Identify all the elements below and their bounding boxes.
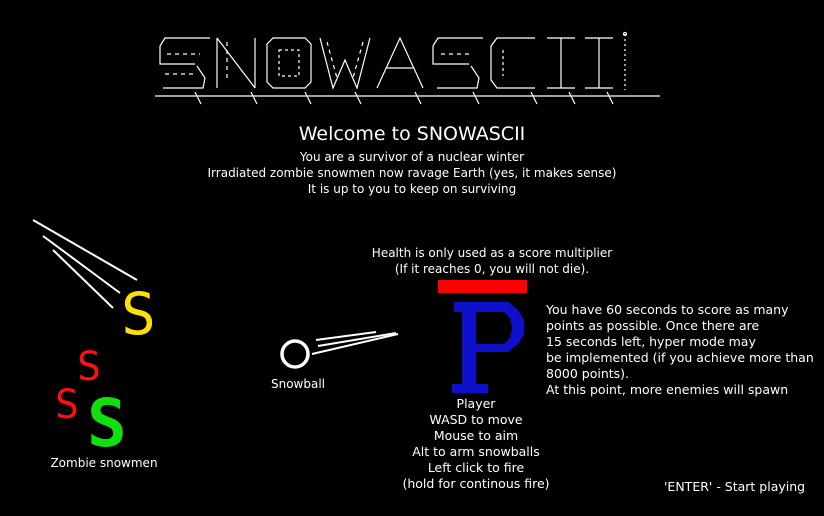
welcome-title: Welcome to SNOWASCII	[298, 123, 526, 145]
hyper-mode-line: At this point, more enemies will spawn	[546, 382, 789, 397]
player-caption-line: WASD to move	[429, 412, 523, 427]
hyper-mode-line: be implemented (if you achieve more than	[546, 350, 814, 365]
health-note: Health is only used as a score multiplie…	[372, 245, 612, 277]
player-caption-line: Mouse to aim	[433, 428, 519, 443]
snowball-illustration	[280, 331, 399, 369]
intro-line: It is up to you to keep on surviving	[307, 182, 517, 196]
start-playing-hint[interactable]: 'ENTER' - Start playing	[664, 479, 805, 495]
player-caption-line: Player	[456, 396, 496, 411]
hyper-mode-line: 15 seconds left, hyper mode may	[546, 334, 756, 349]
zombie-red-s-left: S	[55, 382, 79, 428]
snowascii-logo	[155, 31, 660, 105]
snowball-trail-lines	[311, 331, 399, 355]
player-icon	[452, 302, 524, 393]
health-note-line: (If it reaches 0, you will not die).	[394, 262, 590, 276]
zombie-green-s: S	[87, 385, 127, 455]
player-caption: Player WASD to move Mouse to aim Alt to …	[402, 396, 549, 492]
snowball-icon	[280, 339, 310, 369]
zombies-label: Zombie snowmen	[50, 456, 158, 470]
hyper-mode-line: You have 60 seconds to score as many	[546, 302, 789, 317]
player-caption-line: Alt to arm snowballs	[412, 444, 540, 459]
intro-line: You are a survivor of a nuclear winter	[299, 150, 525, 164]
hyper-mode-line: 8000 points).	[546, 366, 630, 381]
zombie-yellow-s: S	[121, 280, 156, 348]
zombie-snowmen-illustration: S S S S	[32, 219, 156, 455]
player-caption-line: Left click to fire	[427, 460, 525, 475]
zombie-red-s-top: S	[77, 344, 101, 390]
health-bar	[438, 280, 527, 293]
intro-text: You are a survivor of a nuclear winter I…	[208, 149, 617, 197]
game-screen[interactable]: Welcome to SNOWASCII You are a survivor …	[0, 0, 824, 516]
hyper-mode-line: points as possible. Once there are	[546, 318, 760, 333]
health-note-line: Health is only used as a score multiplie…	[371, 246, 613, 260]
intro-line: Irradiated zombie snowmen now ravage Ear…	[207, 166, 617, 180]
snowball-label: Snowball	[270, 377, 326, 391]
player-caption-line: (hold for continous fire)	[402, 476, 550, 491]
hyper-mode-text: You have 60 seconds to score as many poi…	[546, 302, 814, 398]
